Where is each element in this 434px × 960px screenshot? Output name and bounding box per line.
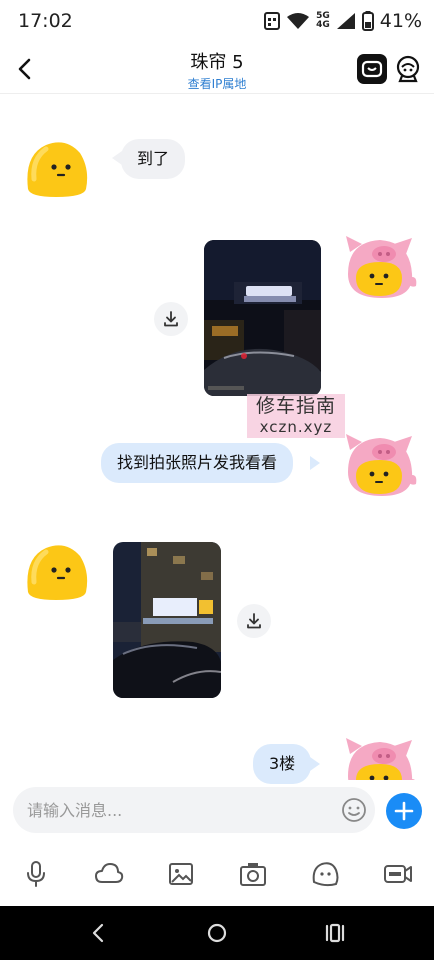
gif-icon[interactable] [383,860,413,888]
network-bottom: 4G [316,20,330,30]
my-avatar-clip [344,736,420,780]
download-icon [164,311,178,327]
recents-icon[interactable] [320,920,350,946]
status-time: 17:02 [18,10,73,32]
status-bar: 17:02 5G 4G 41% [0,0,434,44]
plus-icon [394,801,414,821]
more-button[interactable] [386,793,422,829]
video-icon [361,60,383,78]
shared-photo[interactable] [204,240,321,396]
wifi-icon [287,13,310,29]
message-bubble[interactable]: 找到拍张照片发我看看 [101,443,294,483]
contact-avatar[interactable] [24,139,88,199]
video-call-button[interactable] [357,54,387,84]
emoji-icon[interactable] [310,860,340,888]
download-button[interactable] [154,302,188,336]
back-icon[interactable] [84,920,114,946]
battery-level: 41% [379,10,422,32]
message-composer [13,787,375,833]
microphone-icon[interactable] [21,860,51,888]
bubble-tail [310,456,320,470]
home-icon[interactable] [202,920,232,946]
network-type: 5G 4G [316,12,330,30]
battery-icon [361,11,374,31]
my-avatar[interactable] [344,736,420,780]
emoji-icon[interactable] [341,797,367,823]
watermark: 修车指南 xczn.xyz [247,394,345,438]
message-bubble[interactable]: 到了 [121,139,186,179]
download-icon [247,613,261,629]
my-avatar[interactable] [344,432,420,500]
watermark-line1: 修车指南 [255,395,336,417]
camera-icon[interactable] [238,860,268,888]
watermark-line2: xczn.xyz [259,418,333,436]
system-nav-bar [0,906,434,960]
download-button[interactable] [237,604,271,638]
cloud-icon[interactable] [94,860,124,888]
bubble-tail [310,757,320,771]
sim-icon [264,12,281,30]
image-icon[interactable] [166,860,196,888]
chat-header: 珠帘 5 查看IP属地 [0,44,434,94]
message-input[interactable] [27,787,327,833]
signal-icon [336,13,355,29]
contact-avatar[interactable] [24,542,88,602]
input-toolbar [0,854,434,894]
status-icons: 5G 4G 41% [264,10,422,32]
message-bubble[interactable]: 3楼 [253,744,312,784]
assistant-icon[interactable] [394,54,422,84]
my-avatar[interactable] [344,234,420,302]
shared-photo[interactable] [113,542,221,698]
